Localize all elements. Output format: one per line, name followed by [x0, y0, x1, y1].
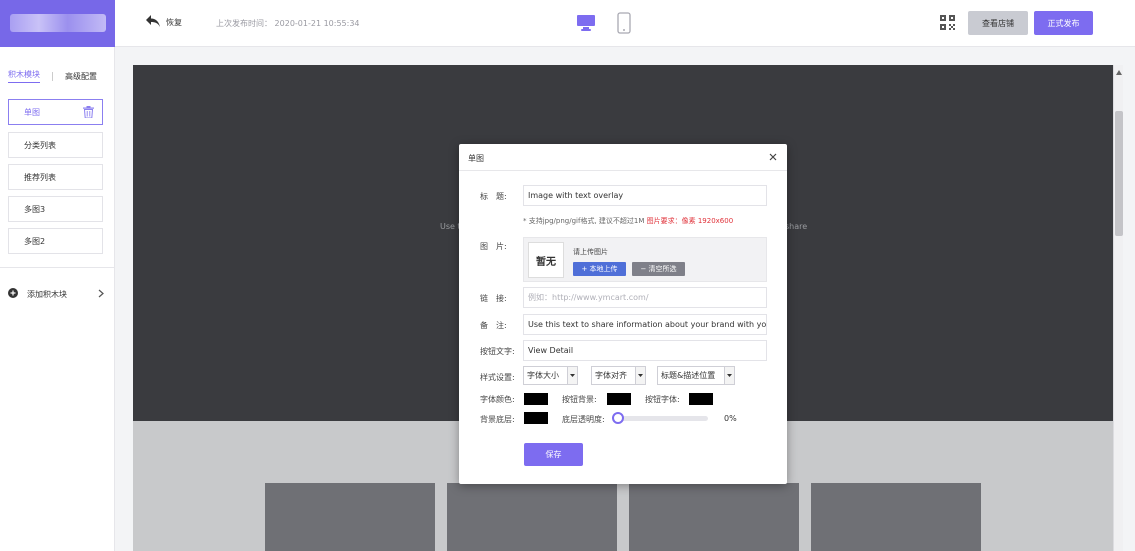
scroll-up-icon[interactable]: [1116, 68, 1122, 77]
add-block-label: 添加积木块: [27, 289, 67, 299]
logo-image: [10, 14, 106, 32]
local-upload-button[interactable]: + 本地上传: [573, 262, 626, 276]
bg-layer-swatch[interactable]: [524, 412, 548, 424]
image-requirement-hint: * 支持jpg/png/gif格式, 建议不超过1M 图片要求：像素 1920x…: [523, 216, 733, 226]
last-publish-label: 上次发布时间：: [216, 19, 272, 28]
font-color-swatch[interactable]: [524, 393, 548, 405]
font-size-select[interactable]: 字体大小: [523, 366, 578, 385]
bg-layer-label: 背景底层:: [480, 415, 515, 424]
dialog-header: 单图: [459, 144, 787, 171]
link-input[interactable]: 例如：http://www.ymcart.com/: [523, 287, 767, 308]
sidebar-item-single-image[interactable]: 单图: [8, 99, 103, 125]
view-store-button[interactable]: 查看店铺: [968, 11, 1028, 35]
add-block-button[interactable]: 添加积木块: [8, 288, 104, 300]
link-label: 链 接:: [480, 294, 507, 303]
dropdown-arrow-icon: [724, 367, 734, 384]
clear-selection-button[interactable]: − 清空所选: [632, 262, 685, 276]
restore-label: 恢复: [166, 17, 182, 27]
canvas-scrollbar[interactable]: [1113, 65, 1123, 551]
button-font-color-swatch[interactable]: [689, 393, 713, 405]
single-image-dialog: 单图 标 题: Image with text overlay * 支持jpg/…: [459, 144, 787, 484]
sidebar-divider: [0, 267, 115, 268]
desktop-icon[interactable]: [576, 12, 596, 34]
preview-card[interactable]: [811, 483, 981, 551]
back-arrow-icon: [145, 14, 161, 30]
banner-text-fragment-left: Use t: [440, 222, 461, 231]
opacity-slider-track[interactable]: [618, 416, 708, 421]
scrollbar-thumb[interactable]: [1115, 111, 1123, 236]
tab-advanced[interactable]: 高级配置: [65, 71, 97, 82]
preview-card[interactable]: [629, 483, 799, 551]
button-bg-label: 按钮背景:: [562, 395, 597, 404]
upload-tip: 请上传图片: [573, 248, 608, 256]
last-publish-time: 2020-01-21 10:55:34: [274, 19, 360, 28]
opacity-slider-handle[interactable]: [612, 412, 624, 424]
preview-card[interactable]: [447, 483, 617, 551]
sidebar-item-multi-image-2[interactable]: 多图2: [8, 228, 103, 254]
font-color-label: 字体颜色:: [480, 395, 515, 404]
title-position-select[interactable]: 标题&描述位置: [657, 366, 735, 385]
font-align-select[interactable]: 字体对齐: [591, 366, 646, 385]
sidebar: 积木模块 高级配置 单图 分类列表 推荐列表 多图3 多图2 添加积木块: [0, 47, 115, 551]
image-thumbnail: 暂无: [528, 242, 564, 278]
sidebar-tabs: 积木模块 高级配置: [8, 69, 97, 83]
button-font-label: 按钮字体:: [645, 395, 680, 404]
button-bg-swatch[interactable]: [607, 393, 631, 405]
note-input[interactable]: Use this text to share information about…: [523, 314, 767, 335]
title-input[interactable]: Image with text overlay: [523, 185, 767, 206]
font-size-select-value: 字体大小: [527, 371, 559, 380]
dropdown-arrow-icon: [567, 367, 577, 384]
qr-code-icon[interactable]: [940, 15, 955, 32]
note-label: 备 注:: [480, 321, 507, 330]
style-settings-label: 样式设置:: [480, 373, 515, 382]
sidebar-item-label: 多图2: [24, 236, 46, 246]
hint-size-requirement: 图片要求：像素 1920x600: [646, 217, 734, 225]
mobile-icon[interactable]: [617, 12, 631, 36]
button-text-label: 按钮文字:: [480, 347, 515, 356]
last-publish-info: 上次发布时间： 2020-01-21 10:55:34: [216, 18, 360, 29]
tab-blocks[interactable]: 积木模块: [8, 69, 40, 83]
plus-circle-icon: [8, 288, 18, 300]
title-label: 标 题:: [480, 192, 507, 201]
preview-card[interactable]: [265, 483, 435, 551]
chevron-right-icon: [98, 289, 104, 300]
opacity-value: 0%: [724, 414, 737, 423]
publish-button[interactable]: 正式发布: [1034, 11, 1093, 35]
banner-text-fragment-right: share: [785, 222, 808, 231]
sidebar-item-multi-image-3[interactable]: 多图3: [8, 196, 103, 222]
font-align-select-value: 字体对齐: [595, 371, 627, 380]
sidebar-item-recommend-list[interactable]: 推荐列表: [8, 164, 103, 190]
hint-text: * 支持jpg/png/gif格式, 建议不超过1M: [523, 217, 647, 225]
sidebar-item-label: 多图3: [24, 204, 46, 214]
image-label: 图 片:: [480, 242, 507, 251]
sidebar-item-category-list[interactable]: 分类列表: [8, 132, 103, 158]
title-position-select-value: 标题&描述位置: [661, 371, 716, 380]
image-upload-area: 暂无 请上传图片 + 本地上传 − 清空所选: [523, 237, 767, 282]
trash-icon[interactable]: [83, 106, 94, 120]
sidebar-item-label: 推荐列表: [24, 172, 56, 182]
save-button[interactable]: 保存: [524, 443, 583, 466]
opacity-label: 底层透明度:: [562, 415, 605, 424]
tab-separator: [52, 71, 53, 81]
top-bar: 恢复 上次发布时间： 2020-01-21 10:55:34 查看店铺 正式发布: [0, 0, 1135, 47]
restore-button[interactable]: 恢复: [145, 14, 182, 30]
dialog-title: 单图: [468, 154, 484, 163]
dropdown-arrow-icon: [635, 367, 645, 384]
logo: [0, 0, 115, 47]
button-text-input[interactable]: View Detail: [523, 340, 767, 361]
sidebar-item-label: 分类列表: [24, 140, 56, 150]
close-icon[interactable]: [769, 153, 777, 163]
sidebar-item-label: 单图: [24, 107, 40, 117]
